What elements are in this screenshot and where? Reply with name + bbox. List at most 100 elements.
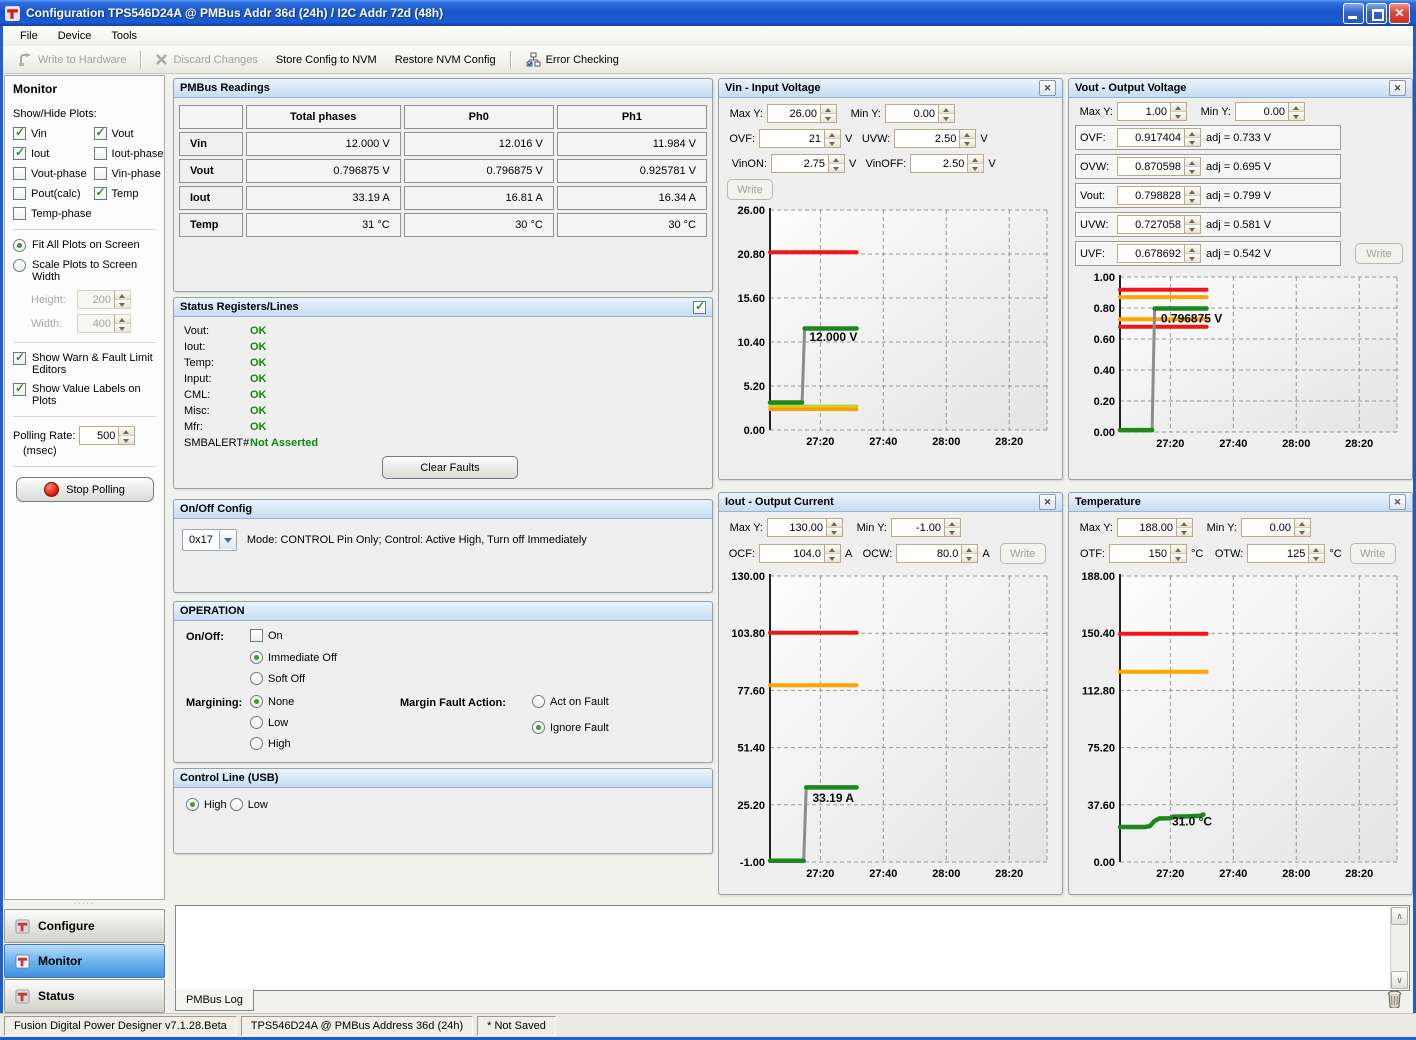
checkbox-vin[interactable]: Vin — [13, 127, 92, 140]
iout-max-y-input[interactable] — [768, 519, 826, 536]
pmbus-log-box[interactable]: ∧ ∨ — [175, 905, 1410, 991]
radio-margining-high-circle[interactable] — [250, 737, 263, 750]
checkbox-iout-phase-box[interactable] — [94, 147, 107, 160]
close-button[interactable] — [1389, 3, 1410, 24]
radio-fit-all-plots-circle[interactable] — [13, 239, 26, 252]
vin-vinon-input[interactable] — [772, 155, 828, 172]
vin-max-y-spinner[interactable] — [767, 104, 837, 123]
height-spinner[interactable] — [77, 290, 131, 309]
temp-otw-spinner[interactable] — [1247, 544, 1325, 563]
temp-min-y-spinner[interactable] — [1241, 518, 1311, 537]
radio-act-on-fault-circle[interactable] — [532, 695, 545, 708]
vin-vinoff-input[interactable] — [911, 155, 967, 172]
spin-down-icon[interactable] — [115, 324, 130, 332]
menu-device[interactable]: Device — [49, 28, 101, 44]
checkbox-show-warn-fault-editors-box[interactable] — [13, 352, 26, 365]
temp-otw-input[interactable] — [1248, 545, 1308, 562]
vout-ovf-spinner[interactable] — [1117, 128, 1201, 147]
iout-write-button[interactable]: Write — [1000, 543, 1046, 564]
vout-uvw-input[interactable] — [1118, 216, 1184, 233]
checkbox-vout-phase-box[interactable] — [13, 167, 26, 180]
minimize-button[interactable] — [1343, 3, 1364, 24]
nav-monitor[interactable]: Monitor — [4, 944, 165, 978]
spin-up-icon[interactable] — [115, 315, 130, 324]
vout-vout-input[interactable] — [1118, 187, 1184, 204]
radio-control-high[interactable]: High — [186, 798, 227, 811]
dropdown-arrow-icon[interactable] — [219, 531, 236, 549]
radio-control-high-circle[interactable] — [186, 798, 199, 811]
vin-close-icon[interactable]: ✕ — [1039, 80, 1056, 96]
vout-ovw-input[interactable] — [1118, 158, 1184, 175]
restore-nvm-config-button[interactable]: Restore NVM Config — [386, 50, 505, 70]
vin-vinon-spinner[interactable] — [771, 154, 845, 173]
radio-control-low[interactable]: Low — [230, 798, 268, 811]
iout-max-y-spinner[interactable] — [767, 518, 843, 537]
nav-status[interactable]: Status — [4, 979, 165, 1013]
vout-vout-spinner[interactable] — [1117, 186, 1201, 205]
temperature-write-button[interactable]: Write — [1350, 543, 1396, 564]
checkbox-show-value-labels[interactable]: Show Value Labels on Plots — [13, 383, 156, 407]
vin-ovf-spinner[interactable] — [759, 129, 841, 148]
radio-margining-low-circle[interactable] — [250, 716, 263, 729]
temperature-close-icon[interactable]: ✕ — [1389, 494, 1406, 510]
checkbox-vout[interactable]: Vout — [94, 127, 164, 140]
stop-polling-button[interactable]: Stop Polling — [16, 477, 154, 502]
radio-margining-none-circle[interactable] — [250, 695, 263, 708]
vin-max-y-input[interactable] — [768, 105, 820, 122]
checkbox-vout-box[interactable] — [94, 127, 107, 140]
clear-faults-button[interactable]: Clear Faults — [382, 456, 518, 479]
log-scrollbar[interactable]: ∧ ∨ — [1390, 907, 1408, 989]
spin-down-icon[interactable] — [115, 300, 130, 308]
temp-max-y-input[interactable] — [1118, 519, 1176, 536]
nav-configure[interactable]: Configure — [4, 909, 165, 943]
tab-pmbus-log[interactable]: PMBus Log — [175, 989, 254, 1011]
radio-ignore-fault[interactable]: Ignore Fault — [532, 721, 609, 734]
checkbox-iout-box[interactable] — [13, 147, 26, 160]
radio-margining-low[interactable]: Low — [250, 716, 288, 729]
error-checking-button[interactable]: Error Checking — [516, 48, 628, 71]
checkbox-show-value-labels-box[interactable] — [13, 383, 26, 396]
radio-immediate-off[interactable]: Immediate Off — [250, 651, 337, 664]
width-input[interactable] — [78, 315, 114, 332]
iout-min-y-spinner[interactable] — [891, 518, 961, 537]
checkbox-temp-box[interactable] — [94, 187, 107, 200]
radio-fit-all-plots[interactable]: Fit All Plots on Screen — [13, 239, 156, 252]
radio-immediate-off-circle[interactable] — [250, 651, 263, 664]
radio-soft-off-circle[interactable] — [250, 672, 263, 685]
splitter-handle[interactable]: ..... — [3, 900, 166, 908]
maximize-button[interactable] — [1366, 3, 1387, 24]
temp-min-y-input[interactable] — [1242, 519, 1294, 536]
vout-min-y-input[interactable] — [1236, 103, 1288, 120]
radio-ignore-fault-circle[interactable] — [532, 721, 545, 734]
spin-up-icon[interactable] — [119, 427, 134, 436]
vin-uvw-spinner[interactable] — [894, 129, 976, 148]
radio-scale-plots[interactable]: Scale Plots to Screen Width — [13, 259, 156, 283]
iout-ocf-input[interactable] — [760, 545, 824, 562]
checkbox-on-box[interactable] — [250, 629, 263, 642]
vin-ovf-input[interactable] — [760, 130, 824, 147]
vin-write-button[interactable]: Write — [727, 179, 773, 200]
vout-max-y-input[interactable] — [1118, 103, 1170, 120]
vout-close-icon[interactable]: ✕ — [1389, 80, 1406, 96]
vout-min-y-spinner[interactable] — [1235, 102, 1305, 121]
write-to-hardware-button[interactable]: Write to Hardware — [9, 49, 135, 71]
vout-max-y-spinner[interactable] — [1117, 102, 1187, 121]
discard-changes-button[interactable]: Discard Changes — [146, 49, 266, 70]
status-registers-checkbox[interactable] — [693, 301, 706, 314]
vout-ovw-spinner[interactable] — [1117, 157, 1201, 176]
iout-ocf-spinner[interactable] — [759, 544, 841, 563]
checkbox-temp-phase-box[interactable] — [13, 207, 26, 220]
radio-margining-high[interactable]: High — [250, 737, 291, 750]
checkbox-temp-phase[interactable]: Temp-phase — [13, 207, 92, 220]
polling-rate-input[interactable] — [80, 427, 118, 444]
spin-down-icon[interactable] — [119, 436, 134, 444]
temp-max-y-spinner[interactable] — [1117, 518, 1193, 537]
temp-otf-spinner[interactable] — [1109, 544, 1187, 563]
spin-up-icon[interactable] — [115, 291, 130, 300]
checkbox-vin-phase-box[interactable] — [94, 167, 107, 180]
vout-write-button[interactable]: Write — [1355, 243, 1403, 264]
iout-min-y-input[interactable] — [892, 519, 944, 536]
checkbox-iout[interactable]: Iout — [13, 147, 92, 160]
menu-tools[interactable]: Tools — [102, 28, 146, 44]
vout-uvw-spinner[interactable] — [1117, 215, 1201, 234]
